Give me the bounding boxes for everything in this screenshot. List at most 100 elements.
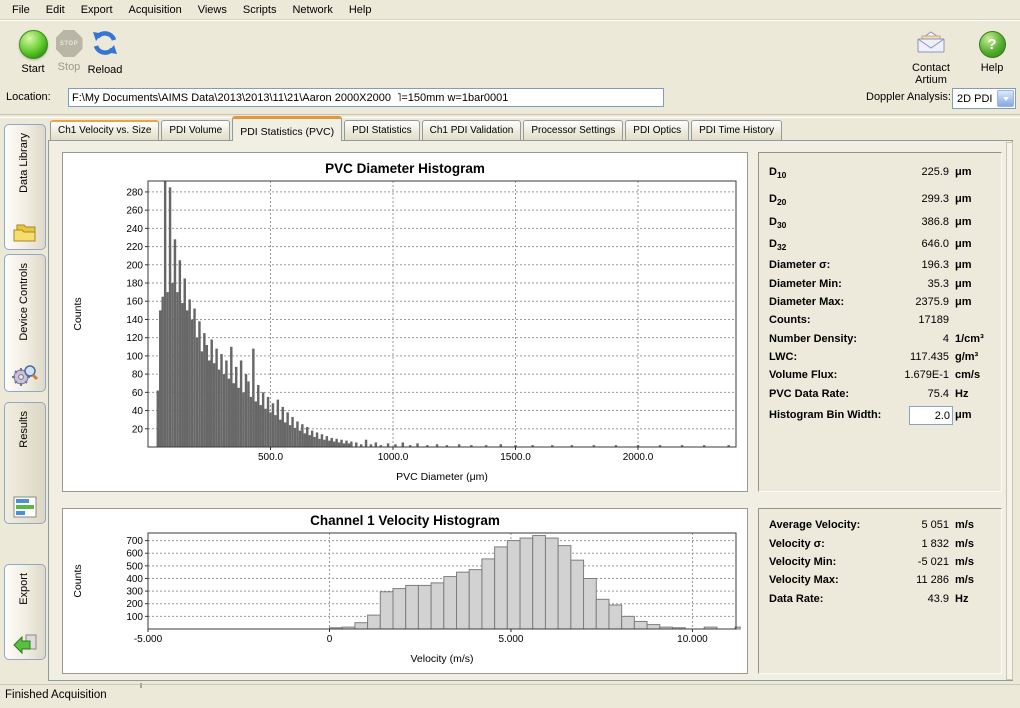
stat-histogram-bin-width-unit: μm (955, 409, 972, 421)
svg-text:160: 160 (126, 297, 143, 308)
reload-icon (91, 29, 119, 57)
stat-volume-flux: Volume Flux:1.679E-1cm/s (759, 369, 1001, 385)
stat-data-rate-value: 43.9 (855, 593, 949, 605)
contact-artium-label: Contact Artium (896, 62, 966, 86)
stat-d30-unit: μm (955, 216, 972, 228)
histogram-bin-width-input[interactable] (909, 406, 953, 425)
stat-velocity-value: 1 832 (855, 538, 949, 550)
export-label: Export (18, 573, 32, 605)
menu-item-views[interactable]: Views (190, 1, 235, 19)
gears-icon (12, 363, 38, 387)
stat-pvc-data-rate: PVC Data Rate:75.4Hz (759, 388, 1001, 404)
stat-diameter-unit: μm (955, 259, 972, 271)
stat-lwc-label: LWC: (769, 351, 797, 363)
sidebar-item-device-controls[interactable]: Device Controls (4, 254, 46, 392)
location-label: Location: (6, 91, 51, 103)
reload-label: Reload (78, 64, 132, 76)
stat-velocity-max-label: Velocity Max: (769, 574, 839, 586)
reload-button[interactable]: Reload (78, 27, 132, 76)
chevron-down-icon[interactable] (997, 90, 1014, 107)
stat-counts-label: Counts: (769, 314, 811, 326)
svg-text:1500.0: 1500.0 (500, 452, 531, 463)
svg-text:700: 700 (126, 536, 143, 547)
stat-average-velocity-value: 5 051 (855, 519, 949, 531)
tab-processor-settings[interactable]: Processor Settings (523, 120, 623, 141)
stat-d20: D20299.3μm (759, 193, 1001, 209)
menu-item-export[interactable]: Export (73, 1, 121, 19)
stat-d32-value: 646.0 (855, 238, 949, 250)
help-icon: ? (979, 31, 1006, 58)
svg-text:180: 180 (126, 279, 143, 290)
svg-text:Counts: Counts (72, 564, 84, 597)
stat-d30-value: 386.8 (855, 216, 949, 228)
menu-item-edit[interactable]: Edit (38, 1, 73, 19)
stat-pvc-data-rate-unit: Hz (955, 388, 968, 400)
stat-data-rate: Data Rate: 43.9 Hz (759, 593, 1001, 609)
pvc-histogram-panel: PVC Diameter Histogram 20406080100120140… (62, 152, 748, 492)
menu-item-file[interactable]: File (4, 1, 38, 19)
svg-text:0: 0 (327, 634, 333, 645)
menu-item-network[interactable]: Network (284, 1, 340, 19)
stat-data-rate-unit: Hz (955, 593, 968, 605)
statusbar-grip (140, 683, 142, 688)
svg-text:200: 200 (126, 599, 143, 610)
sidebar-item-results[interactable]: Results (4, 402, 46, 524)
stat-velocity-unit: m/s (955, 538, 974, 550)
sidebar-item-export[interactable]: Export (4, 564, 46, 660)
stat-velocity-min-value: -5 021 (855, 556, 949, 568)
folders-icon (12, 221, 38, 245)
svg-text:500: 500 (126, 561, 143, 572)
stat-histogram-bin-width: Histogram Bin Width:μm (759, 409, 1001, 425)
menu-item-scripts[interactable]: Scripts (235, 1, 285, 19)
doppler-analysis-select[interactable]: 2D PDI (952, 88, 1016, 109)
stat-diameter-min-value: 35.3 (855, 278, 949, 290)
tab-pdi-optics[interactable]: PDI Optics (625, 120, 689, 141)
tab-ch1-velocity-vs-size[interactable]: Ch1 Velocity vs. Size (50, 120, 159, 141)
stat-diameter-min-unit: μm (955, 278, 972, 290)
stat-d30: D30386.8μm (759, 216, 1001, 232)
stat-number-density: Number Density:41/cm³ (759, 333, 1001, 349)
tab-ch1-pdi-validation[interactable]: Ch1 PDI Validation (422, 120, 522, 141)
envelope-icon (916, 31, 946, 55)
stat-diameter-max-value: 2375.9 (855, 296, 949, 308)
results-label: Results (18, 411, 32, 448)
svg-text:400: 400 (126, 574, 143, 585)
stat-lwc-value: 117.435 (855, 351, 949, 363)
stat-average-velocity-label: Average Velocity: (769, 519, 860, 531)
stat-diameter-min-label: Diameter Min: (769, 278, 842, 290)
svg-text:300: 300 (126, 587, 143, 598)
tab-pdi-volume[interactable]: PDI Volume (161, 120, 230, 141)
contact-artium-button[interactable]: Contact Artium (896, 27, 966, 86)
tab-pdi-statistics[interactable]: PDI Statistics (344, 120, 419, 141)
stat-velocity: Velocity σ:1 832m/s (759, 538, 1001, 554)
svg-text:PVC Diameter (μm): PVC Diameter (μm) (396, 471, 488, 483)
location-field[interactable] (68, 88, 664, 107)
stat-volume-flux-unit: cm/s (955, 369, 980, 381)
menu-item-help[interactable]: Help (341, 1, 380, 19)
data-library-label: Data Library (18, 133, 32, 193)
stat-d32-label: D32 (769, 238, 786, 252)
svg-text:100: 100 (126, 351, 143, 362)
sidebar-item-data-library[interactable]: Data Library (4, 124, 46, 250)
svg-text:80: 80 (132, 370, 144, 381)
svg-text:240: 240 (126, 224, 143, 235)
help-button[interactable]: ? Help (965, 27, 1019, 74)
status-bar: Finished Acquisition (0, 684, 1020, 708)
svg-text:500.0: 500.0 (258, 452, 283, 463)
stat-number-density-label: Number Density: (769, 333, 857, 345)
stat-data-rate-label: Data Rate: (769, 593, 823, 605)
svg-text:120: 120 (126, 333, 143, 344)
vertical-splitter[interactable] (1006, 142, 1013, 680)
tab-pdi-time-history[interactable]: PDI Time History (691, 120, 782, 141)
stat-pvc-data-rate-label: PVC Data Rate: (769, 388, 849, 400)
svg-text:5.000: 5.000 (498, 634, 523, 645)
status-text: Finished Acquisition (5, 689, 107, 701)
tab-pdi-statistics-pvc[interactable]: PDI Statistics (PVC) (232, 116, 342, 141)
stat-diameter-max: Diameter Max:2375.9μm (759, 296, 1001, 312)
application-window: FileEditExportAcquisitionViewsScriptsNet… (0, 0, 1020, 708)
svg-text:200: 200 (126, 260, 143, 271)
stat-d20-unit: μm (955, 193, 972, 205)
velocity-histogram-svg-bars (329, 536, 741, 629)
menu-item-acquisition[interactable]: Acquisition (121, 1, 190, 19)
help-label: Help (965, 62, 1019, 74)
